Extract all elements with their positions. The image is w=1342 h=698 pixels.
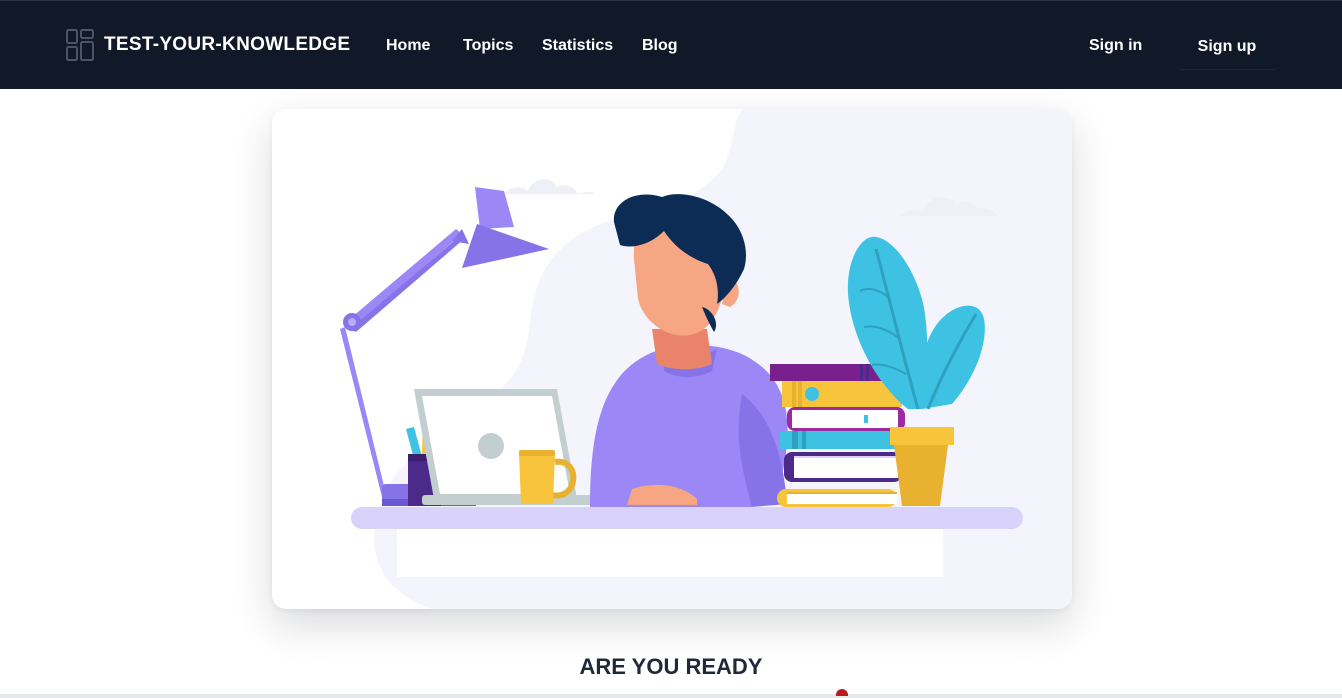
partial-element	[836, 689, 848, 696]
brand-name: TEST-YOUR-KNOWLEDGE	[104, 34, 351, 55]
page-heading: ARE YOU READY	[579, 654, 763, 679]
nav-link-home[interactable]: Home	[386, 37, 430, 55]
nav-link-blog[interactable]: Blog	[642, 37, 678, 55]
nav-link-topics[interactable]: Topics	[463, 37, 513, 55]
brand[interactable]: TEST-YOUR-KNOWLEDGE	[66, 29, 350, 61]
grid-icon	[66, 29, 94, 61]
nav-link-statistics[interactable]: Statistics	[542, 37, 613, 55]
divider	[0, 694, 1342, 698]
signin-link[interactable]: Sign in	[1089, 37, 1142, 55]
navbar: TEST-YOUR-KNOWLEDGE Home Topics Statisti…	[0, 0, 1342, 89]
student-studying-at-desk-illustration	[340, 109, 1072, 609]
hero-card	[272, 109, 1072, 609]
signup-button[interactable]: Sign up	[1176, 23, 1278, 70]
desk-top	[351, 507, 1023, 529]
